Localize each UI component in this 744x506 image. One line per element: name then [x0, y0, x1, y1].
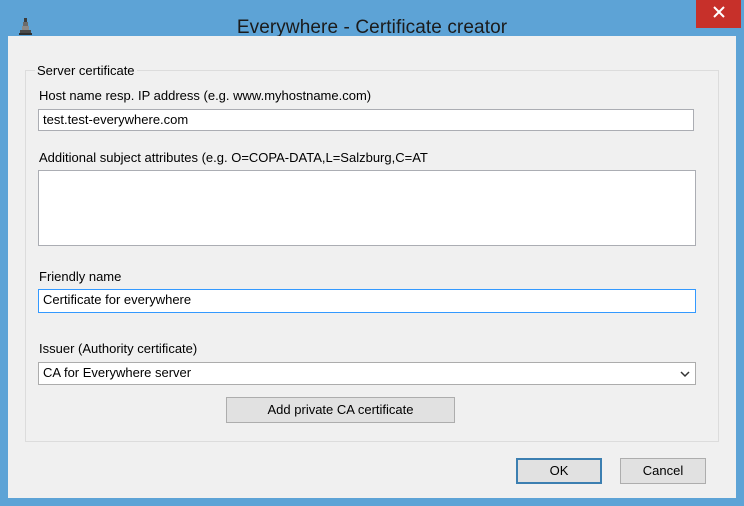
ok-button[interactable]: OK	[516, 458, 602, 484]
add-private-ca-button[interactable]: Add private CA certificate	[226, 397, 455, 423]
cancel-button[interactable]: Cancel	[620, 458, 706, 484]
issuer-select[interactable]: CA for Everywhere server	[38, 362, 696, 385]
close-icon	[712, 5, 725, 23]
dialog-window: Everywhere - Certificate creator Server …	[0, 0, 744, 506]
friendly-label: Friendly name	[39, 269, 122, 284]
subject-label: Additional subject attributes (e.g. O=CO…	[39, 150, 428, 165]
issuer-label: Issuer (Authority certificate)	[39, 341, 198, 356]
host-label: Host name resp. IP address (e.g. www.myh…	[39, 88, 372, 103]
host-input[interactable]: test.test-everywhere.com	[38, 109, 694, 131]
subject-textarea[interactable]	[38, 170, 696, 246]
group-legend: Server certificate	[35, 63, 137, 78]
chevron-down-icon[interactable]	[679, 367, 691, 381]
close-button[interactable]	[696, 0, 741, 28]
friendly-name-input[interactable]: Certificate for everywhere	[38, 289, 696, 313]
issuer-selected-value: CA for Everywhere server	[43, 365, 192, 380]
dialog-client-area: Server certificate Host name resp. IP ad…	[8, 36, 736, 498]
